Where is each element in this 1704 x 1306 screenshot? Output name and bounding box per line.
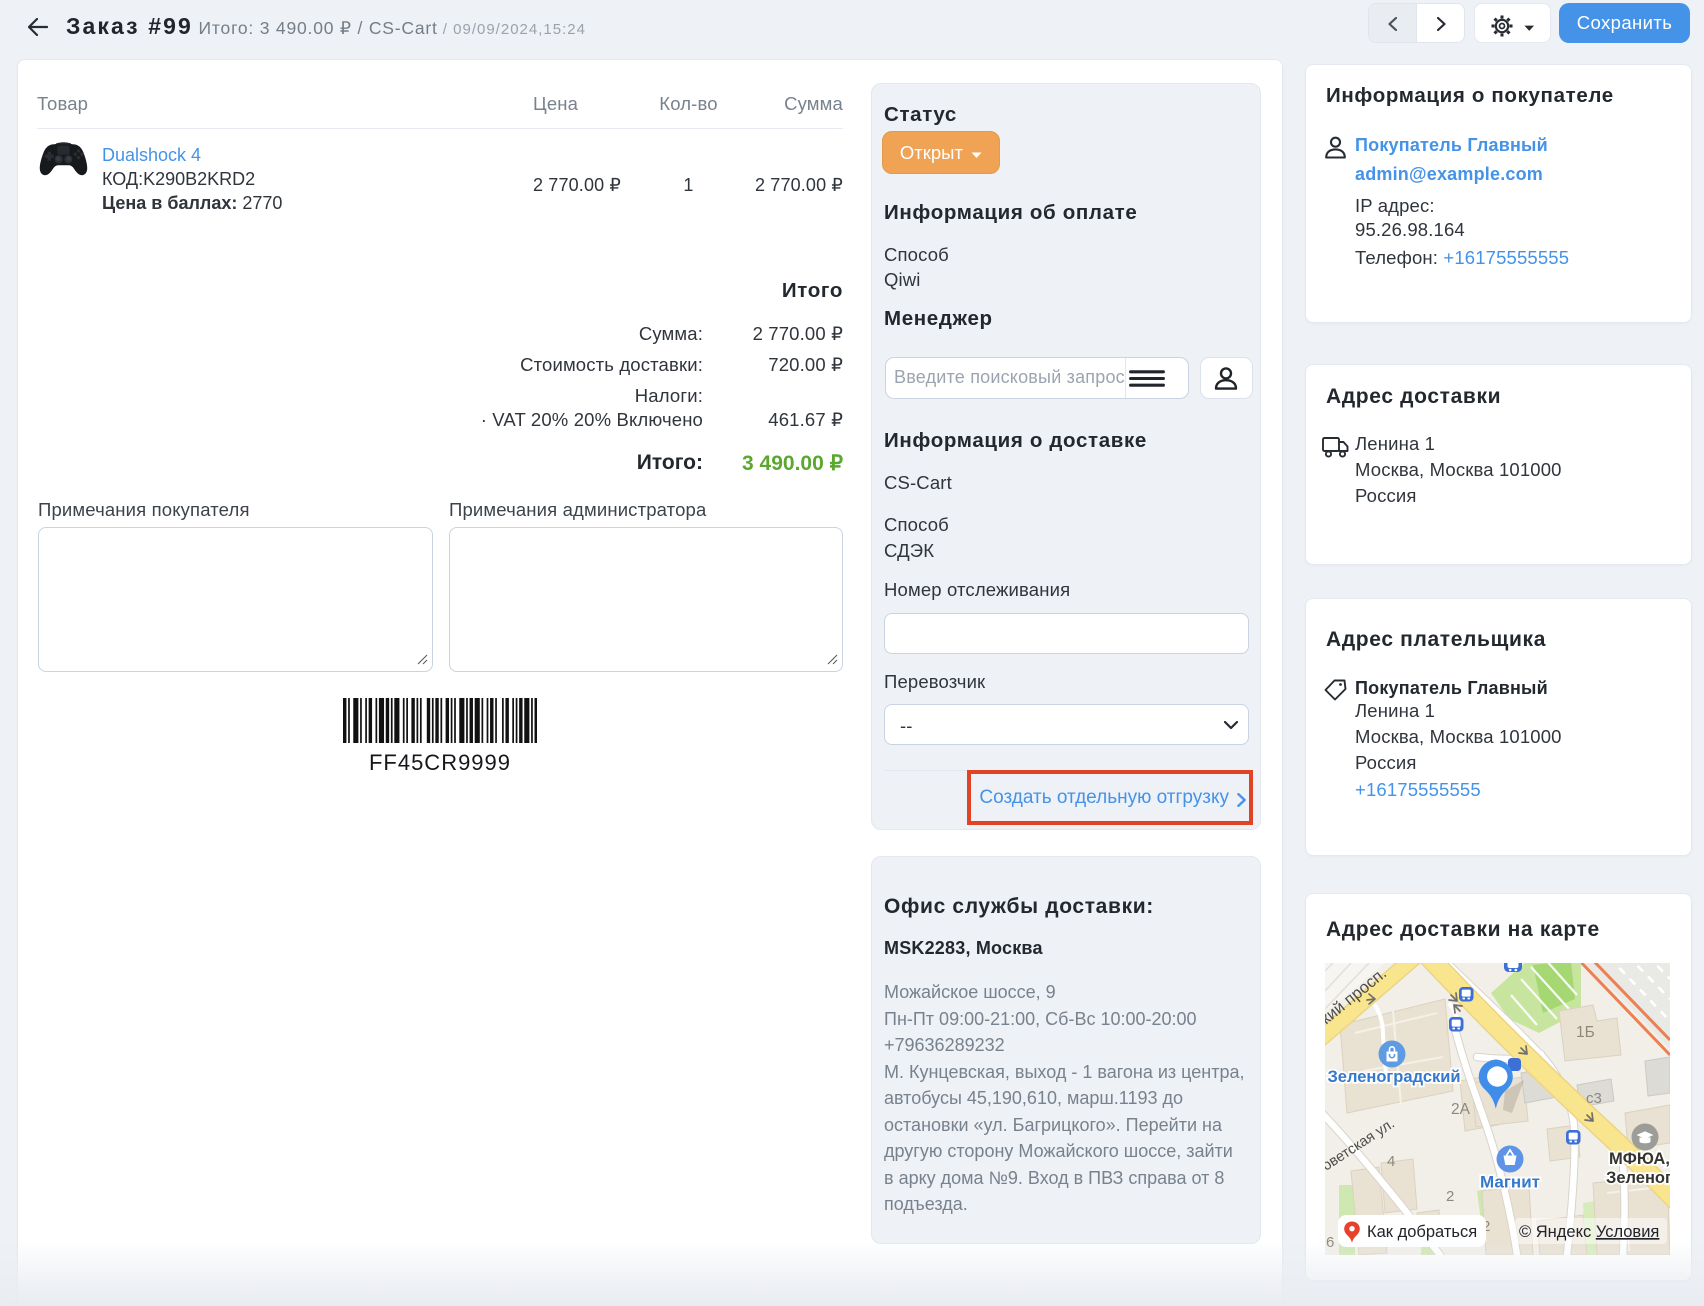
svg-text:2: 2 xyxy=(1446,1188,1454,1205)
svg-text:Как добраться: Как добраться xyxy=(1367,1223,1477,1241)
svg-text:МФЮА, У: МФЮА, У xyxy=(1609,1150,1670,1168)
svg-text:Зеленоградский: Зеленоградский xyxy=(1327,1068,1460,1086)
svg-text:Зеленогр: Зеленогр xyxy=(1606,1169,1670,1187)
svg-text:1Б: 1Б xyxy=(1576,1024,1595,1041)
svg-text:© Яндекс Условия: © Яндекс Условия xyxy=(1519,1223,1659,1241)
svg-text:2А: 2А xyxy=(1451,1101,1471,1118)
svg-text:с3: с3 xyxy=(1586,1090,1602,1107)
svg-text:Магнит: Магнит xyxy=(1480,1173,1540,1192)
svg-text:4: 4 xyxy=(1387,1153,1395,1170)
svg-text:6: 6 xyxy=(1326,1234,1334,1251)
